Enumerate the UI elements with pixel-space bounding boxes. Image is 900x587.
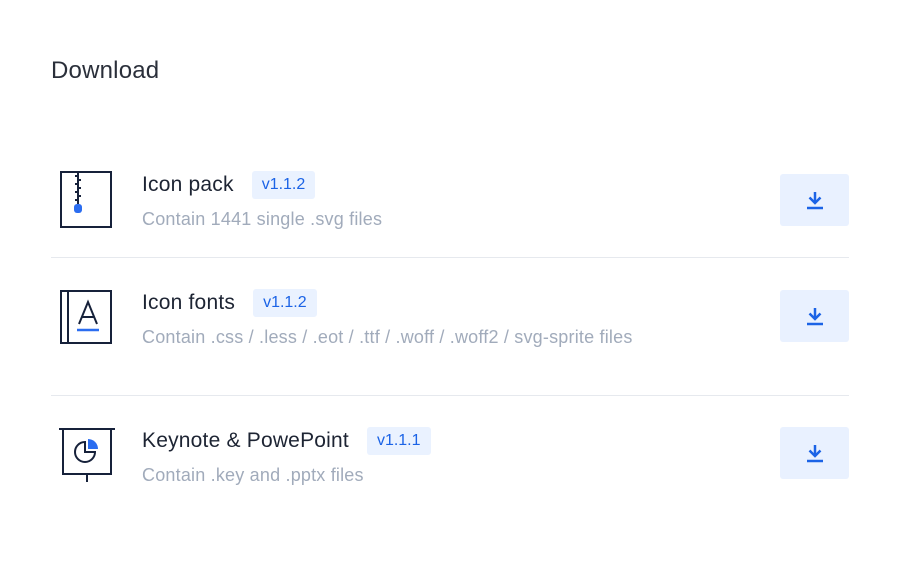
zip-file-icon (57, 170, 117, 230)
version-badge: v1.1.2 (253, 289, 317, 317)
page-title: Download (51, 57, 160, 84)
download-item-keynote: Keynote & PowePoint v1.1.1 Contain .key … (51, 396, 849, 506)
download-button[interactable] (780, 290, 849, 342)
font-book-icon (57, 288, 117, 348)
item-name: Icon fonts (142, 291, 236, 314)
download-icon (806, 192, 823, 210)
version-badge: v1.1.1 (366, 427, 431, 455)
version-badge: v1.1.2 (251, 171, 316, 199)
item-description: Contain .key and .pptx files (142, 465, 364, 485)
download-icon (806, 445, 823, 463)
item-description: Contain .css / .less / .eot / .ttf / .wo… (142, 327, 633, 347)
download-icon (806, 308, 823, 326)
download-item-icon-pack: Icon pack v1.1.2 Contain 1441 single .sv… (51, 140, 849, 258)
download-item-icon-fonts: Icon fonts v1.1.2 Contain .css / .less /… (51, 258, 849, 396)
item-name: Keynote & PowePoint (142, 429, 349, 452)
download-button[interactable] (780, 427, 849, 479)
download-button[interactable] (780, 174, 849, 226)
item-name: Icon pack (142, 173, 234, 196)
item-description: Contain 1441 single .svg files (142, 209, 383, 229)
download-list: Icon pack v1.1.2 Contain 1441 single .sv… (51, 140, 849, 506)
presentation-icon (57, 426, 117, 486)
